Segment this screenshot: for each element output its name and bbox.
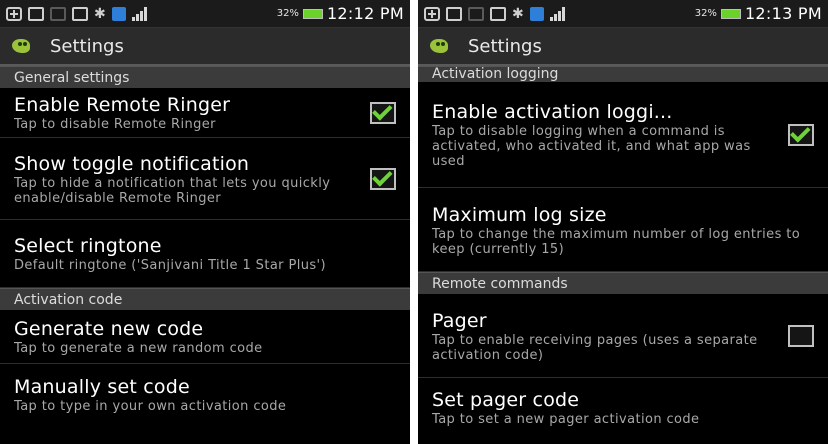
pref-summary: Tap to enable receiving pages (uses a se… bbox=[432, 332, 758, 363]
signal-icon bbox=[549, 6, 565, 21]
add-notification-icon bbox=[424, 6, 440, 21]
status-bar: ✱ 32% 12:13 PM bbox=[418, 0, 828, 28]
clock: 12:12 PM bbox=[326, 4, 404, 23]
pref-summary: Tap to type in your own activation code bbox=[14, 398, 287, 414]
pref-enable-remote-ringer[interactable]: Enable Remote Ringer Tap to disable Remo… bbox=[0, 88, 410, 138]
pref-title: Show toggle notification bbox=[14, 152, 250, 175]
pref-manually-set-code[interactable]: Manually set code Tap to type in your ow… bbox=[0, 364, 410, 424]
pref-maximum-log-size[interactable]: Maximum log size Tap to change the maxim… bbox=[418, 188, 828, 272]
show-toggle-notification-checkbox[interactable] bbox=[370, 167, 396, 190]
right-screen: ✱ 32% 12:13 PM Settings Activation loggi… bbox=[418, 0, 828, 444]
download-icon bbox=[490, 6, 506, 21]
pref-pager[interactable]: Pager Tap to enable receiving pages (use… bbox=[418, 294, 828, 378]
pref-generate-new-code[interactable]: Generate new code Tap to generate a new … bbox=[0, 310, 410, 364]
pref-title: Manually set code bbox=[14, 375, 190, 398]
pref-title: Enable Remote Ringer bbox=[14, 94, 231, 116]
enable-activation-logging-checkbox[interactable] bbox=[788, 123, 814, 146]
media-icon bbox=[468, 6, 484, 21]
pref-summary: Tap to change the maximum number of log … bbox=[432, 226, 801, 257]
section-header-general: General settings bbox=[0, 66, 410, 88]
pref-summary: Tap to disable logging when a command is… bbox=[432, 124, 751, 169]
add-notification-icon bbox=[6, 6, 22, 21]
pref-title: Select ringtone bbox=[14, 235, 162, 257]
battery-percent: 32% bbox=[276, 8, 299, 19]
media-icon bbox=[50, 6, 66, 21]
pref-summary: Tap to generate a new random code bbox=[14, 341, 263, 356]
signal-icon bbox=[131, 6, 147, 21]
app-logo-icon bbox=[10, 35, 34, 57]
pref-summary: Tap to disable Remote Ringer bbox=[14, 117, 216, 132]
pref-show-toggle-notification[interactable]: Show toggle notification Tap to hide a n… bbox=[0, 138, 410, 220]
gallery-icon bbox=[446, 6, 462, 21]
pager-checkbox[interactable] bbox=[788, 324, 814, 347]
clock: 12:13 PM bbox=[744, 4, 822, 23]
left-screen: ✱ 32% 12:12 PM Settings General settings… bbox=[0, 0, 410, 444]
section-header-activation-code: Activation code bbox=[0, 288, 410, 310]
pref-select-ringtone[interactable]: Select ringtone Default ringtone ('Sanji… bbox=[0, 220, 410, 288]
pref-summary: Default ringtone ('Sanjivani Title 1 Sta… bbox=[14, 258, 326, 273]
pref-title: Maximum log size bbox=[432, 203, 607, 226]
pref-summary: Tap to set a new pager activation code bbox=[432, 412, 700, 427]
pref-title: Set pager code bbox=[432, 389, 580, 411]
status-bar: ✱ 32% 12:12 PM bbox=[0, 0, 410, 28]
pref-title: Pager bbox=[432, 309, 487, 332]
page-title: Settings bbox=[468, 35, 542, 57]
page-title: Settings bbox=[50, 35, 124, 57]
gallery-icon bbox=[28, 6, 44, 21]
app-notification-icon bbox=[529, 6, 544, 21]
section-header-activation-logging: Activation logging bbox=[418, 66, 828, 82]
pref-set-pager-code[interactable]: Set pager code Tap to set a new pager ac… bbox=[418, 378, 828, 438]
battery-icon bbox=[302, 8, 323, 19]
pref-title: Generate new code bbox=[14, 318, 204, 340]
bluetooth-icon: ✱ bbox=[512, 5, 524, 22]
pref-summary: Tap to hide a notification that lets you… bbox=[14, 175, 331, 206]
app-notification-icon bbox=[111, 6, 126, 21]
pref-enable-activation-logging[interactable]: Enable activation loggi... Tap to disabl… bbox=[418, 82, 828, 188]
download-icon bbox=[72, 6, 88, 21]
screenshot-pair: ✱ 32% 12:12 PM Settings General settings… bbox=[0, 0, 828, 444]
app-logo-icon bbox=[428, 35, 452, 57]
pref-title: Enable activation loggi... bbox=[432, 101, 673, 123]
battery-percent: 32% bbox=[694, 8, 717, 19]
bluetooth-icon: ✱ bbox=[94, 5, 106, 22]
enable-remote-ringer-checkbox[interactable] bbox=[370, 101, 396, 124]
title-bar: Settings bbox=[418, 28, 828, 66]
title-bar: Settings bbox=[0, 28, 410, 66]
battery-icon bbox=[720, 8, 741, 19]
section-header-remote-commands: Remote commands bbox=[418, 272, 828, 294]
